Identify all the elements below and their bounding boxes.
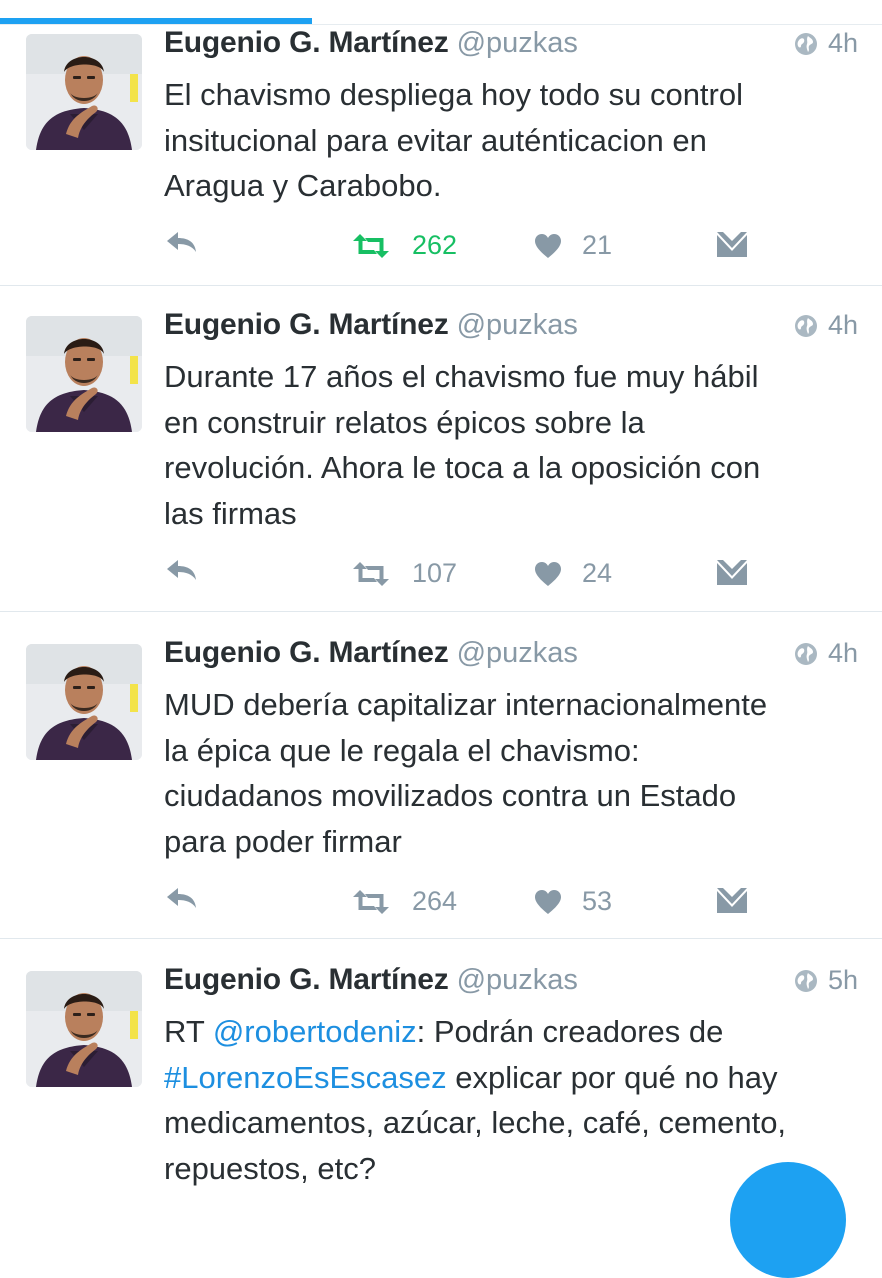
tweet-meta: 5h (794, 965, 858, 996)
tweet-text: Durante 17 años el chavismo fue muy hábi… (164, 354, 864, 536)
avatar[interactable] (26, 34, 142, 150)
tweet-text-line: la épica que le regala el chavismo: (164, 732, 640, 768)
top-divider (0, 24, 882, 25)
reply-button[interactable] (164, 230, 198, 254)
author-handle[interactable]: @puzkas (457, 964, 578, 996)
tweet-actions: 107 24 (164, 558, 882, 598)
like-button[interactable]: 53 (534, 886, 612, 917)
tweet-header: Eugenio G. Martínez @puzkas 5h (164, 963, 858, 1003)
tweet-text-segment: explicar por qué no hay (446, 1059, 778, 1095)
tweet-header: Eugenio G. Martínez @puzkas 4h (164, 308, 858, 348)
tweet-text: MUD debería capitalizar internacionalmen… (164, 682, 864, 864)
author-name[interactable]: Eugenio G. Martínez (164, 963, 449, 996)
author-name[interactable]: Eugenio G. Martínez (164, 308, 449, 341)
globe-icon (794, 314, 818, 338)
tweet-text-segment: : Podrán creadores de (416, 1014, 724, 1049)
tweet-text-line: para poder firmar (164, 823, 402, 859)
avatar[interactable] (26, 316, 142, 432)
tweet[interactable]: Eugenio G. Martínez @puzkas 4h MUD deberí… (0, 636, 882, 939)
author-handle[interactable]: @puzkas (457, 637, 578, 669)
tweet-text-line: MUD debería capitalizar internacionalmen… (164, 687, 768, 722)
direct-message-button[interactable] (716, 558, 748, 586)
avatar[interactable] (26, 971, 142, 1087)
tweet[interactable]: Eugenio G. Martínez @puzkas 4h Durante 17… (0, 308, 882, 612)
tweet-header: Eugenio G. Martínez @puzkas 4h (164, 26, 858, 66)
tweet-text-line: El chavismo despliega hoy todo su contro… (164, 77, 743, 112)
mention-link[interactable]: @robertodeniz (213, 1014, 417, 1049)
tweet-text: RT @robertodeniz: Podrán creadores de #Lo… (164, 1009, 864, 1191)
tweet-actions: 262 21 (164, 230, 882, 270)
author-name[interactable]: Eugenio G. Martínez (164, 636, 449, 669)
retweet-button[interactable]: 262 (350, 230, 457, 261)
tweet-header: Eugenio G. Martínez @puzkas 4h (164, 636, 858, 676)
reply-icon (164, 886, 198, 910)
reply-button[interactable] (164, 558, 198, 582)
heart-icon (534, 561, 562, 587)
retweet-count: 264 (412, 886, 458, 916)
envelope-icon (716, 886, 748, 914)
tweet-text-line: medicamentos, azúcar, leche, café, cemen… (164, 1105, 787, 1140)
avatar[interactable] (26, 644, 142, 760)
reply-icon (164, 558, 198, 582)
globe-icon (794, 32, 818, 56)
like-count: 21 (582, 230, 613, 260)
retweet-icon (350, 561, 392, 587)
tweet-text-line: en construir relatos épicos sobre la (164, 404, 645, 440)
tweet-meta: 4h (794, 28, 858, 59)
like-count: 53 (582, 886, 613, 916)
heart-icon (534, 233, 562, 259)
tweet-text-line: Aragua y Carabobo. (164, 168, 442, 203)
tweet-text: El chavismo despliega hoy todo su contro… (164, 72, 864, 209)
envelope-icon (716, 558, 748, 586)
tweet-time[interactable]: 4h (828, 310, 858, 341)
retweet-icon (350, 889, 392, 915)
like-button[interactable]: 21 (534, 230, 612, 261)
hashtag-link[interactable]: #LorenzoEsEscasez (164, 1060, 447, 1095)
retweet-prefix: RT (164, 1014, 213, 1049)
envelope-icon (716, 230, 748, 258)
tweet-time[interactable]: 4h (828, 28, 858, 59)
tweet[interactable]: Eugenio G. Martínez @puzkas 4h El chavism… (0, 26, 882, 286)
tweet-text-line: las firmas (164, 495, 297, 531)
compose-tweet-button[interactable] (730, 1162, 846, 1278)
heart-icon (534, 889, 562, 915)
tweet-text-line: ciudadanos movilizados contra un Estado (164, 778, 737, 813)
retweet-button[interactable]: 264 (350, 886, 457, 917)
author-handle[interactable]: @puzkas (457, 27, 578, 59)
reply-button[interactable] (164, 886, 198, 910)
tweet-text-line: revolución. Ahora le toca a la oposición… (164, 450, 761, 485)
direct-message-button[interactable] (716, 886, 748, 914)
tweet[interactable]: Eugenio G. Martínez @puzkas 5h RT @robert… (0, 963, 882, 1200)
author-handle[interactable]: @puzkas (457, 309, 578, 341)
like-button[interactable]: 24 (534, 558, 612, 589)
tweet-actions: 264 53 (164, 886, 882, 926)
tweet-time[interactable]: 4h (828, 638, 858, 669)
globe-icon (794, 642, 818, 666)
tweet-text-line: repuestos, etc? (164, 1150, 376, 1186)
tweet-meta: 4h (794, 638, 858, 669)
retweet-count: 107 (412, 558, 458, 588)
direct-message-button[interactable] (716, 230, 748, 258)
tweet-text-line: insitucional para evitar auténticacion e… (164, 122, 707, 158)
like-count: 24 (582, 558, 613, 588)
author-name[interactable]: Eugenio G. Martínez (164, 26, 449, 59)
retweet-count: 262 (412, 230, 458, 260)
retweet-icon (350, 233, 392, 259)
retweet-button[interactable]: 107 (350, 558, 457, 589)
reply-icon (164, 230, 198, 254)
tweet-meta: 4h (794, 310, 858, 341)
tweet-time[interactable]: 5h (828, 965, 858, 996)
globe-icon (794, 969, 818, 993)
tweet-text-line: Durante 17 años el chavismo fue muy hábi… (164, 359, 759, 394)
